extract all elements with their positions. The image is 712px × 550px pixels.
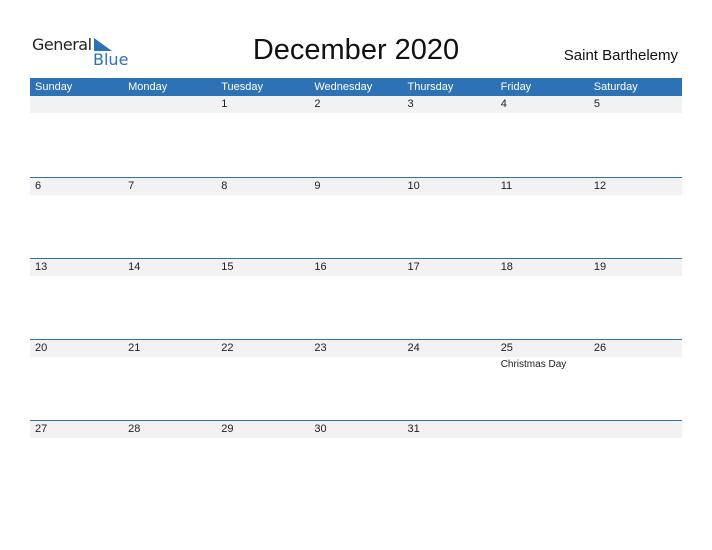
day-cell: 23 (309, 340, 402, 421)
day-cell: 20 (30, 340, 123, 421)
day-cell: 29 (216, 421, 309, 502)
day-cell: 4 (496, 96, 589, 177)
day-number: 15 (221, 261, 234, 273)
day-number: 28 (128, 423, 141, 435)
day-number: 14 (128, 261, 141, 273)
day-number: 10 (407, 180, 420, 192)
day-cell: 14 (123, 259, 216, 340)
day-number: 7 (128, 180, 135, 192)
day-cell: 19 (589, 259, 682, 340)
day-number: 21 (128, 342, 141, 354)
day-cell: 28 (123, 421, 216, 502)
week-row: 13 14 15 16 17 18 19 (30, 258, 682, 340)
day-number: 18 (500, 261, 513, 273)
day-number: 26 (593, 342, 607, 354)
day-cell: 9 (309, 178, 402, 259)
day-number: 20 (35, 342, 48, 354)
week-row: 1 2 3 4 5 (30, 96, 682, 177)
day-number: 8 (221, 180, 228, 192)
day-number: 31 (407, 423, 420, 435)
day-number: 17 (407, 261, 420, 273)
country-name: Saint Barthelemy (563, 47, 678, 64)
day-number: 16 (314, 261, 327, 273)
day-number: 27 (35, 423, 48, 435)
weekday-monday: Monday (128, 81, 168, 93)
day-cell (30, 96, 123, 177)
day-cell: 6 (30, 178, 123, 259)
week-row: 27 28 29 30 31 (30, 420, 682, 502)
day-number: 5 (593, 98, 600, 110)
day-number: 6 (35, 180, 42, 192)
day-cell: 26 (589, 340, 682, 421)
day-cell: 5 (589, 96, 682, 177)
day-cell: 31 (403, 421, 496, 502)
weekday-header: Sunday Monday Tuesday Wednesday Thursday… (30, 78, 682, 96)
day-cell: 2 (309, 96, 402, 177)
day-number: 30 (314, 423, 327, 435)
weekday-wednesday: Wednesday (314, 81, 373, 93)
day-cell: 8 (216, 178, 309, 259)
day-cell: 22 (216, 340, 309, 421)
day-cell (589, 421, 682, 502)
day-number: 24 (407, 342, 420, 354)
day-number: 12 (593, 180, 607, 192)
day-cell: 24 (403, 340, 496, 421)
day-cell: 12 (589, 178, 682, 259)
day-cell: 7 (123, 178, 216, 259)
day-cell: 27 (30, 421, 123, 502)
day-cell: 18 (496, 259, 589, 340)
day-number: 25 (500, 342, 513, 354)
weekday-thursday: Thursday (407, 81, 454, 93)
day-number: 19 (593, 261, 607, 273)
day-number: 22 (221, 342, 234, 354)
day-cell: 16 (309, 259, 402, 340)
day-number: 9 (314, 180, 321, 192)
day-cell: 1 (216, 96, 309, 177)
day-cell: 13 (30, 259, 123, 340)
day-cell: 3 (403, 96, 496, 177)
weekday-tuesday: Tuesday (221, 81, 264, 93)
day-cell: 11 (496, 178, 589, 259)
day-cell: 30 (309, 421, 402, 502)
weekday-friday: Friday (500, 81, 532, 93)
day-cell (123, 96, 216, 177)
day-cell: 17 (403, 259, 496, 340)
holiday-label: Christmas Day (500, 359, 567, 370)
day-number: 13 (35, 261, 48, 273)
day-number: 23 (314, 342, 327, 354)
day-number: 4 (500, 98, 507, 110)
day-number: 3 (407, 98, 414, 110)
day-cell (496, 421, 589, 502)
day-number: 29 (221, 423, 234, 435)
day-cell: 25 Christmas Day (496, 340, 589, 421)
day-cell: 21 (123, 340, 216, 421)
weekday-saturday: Saturday (593, 81, 638, 93)
day-cell: 10 (403, 178, 496, 259)
weekday-sunday: Sunday (35, 81, 73, 93)
week-row: 6 7 8 9 10 11 12 (30, 177, 682, 259)
day-number: 1 (221, 98, 228, 110)
day-number: 2 (314, 98, 321, 110)
day-cell: 15 (216, 259, 309, 340)
week-row: 20 21 22 23 24 25 Christmas Day 26 (30, 339, 682, 421)
day-number: 11 (500, 180, 513, 192)
